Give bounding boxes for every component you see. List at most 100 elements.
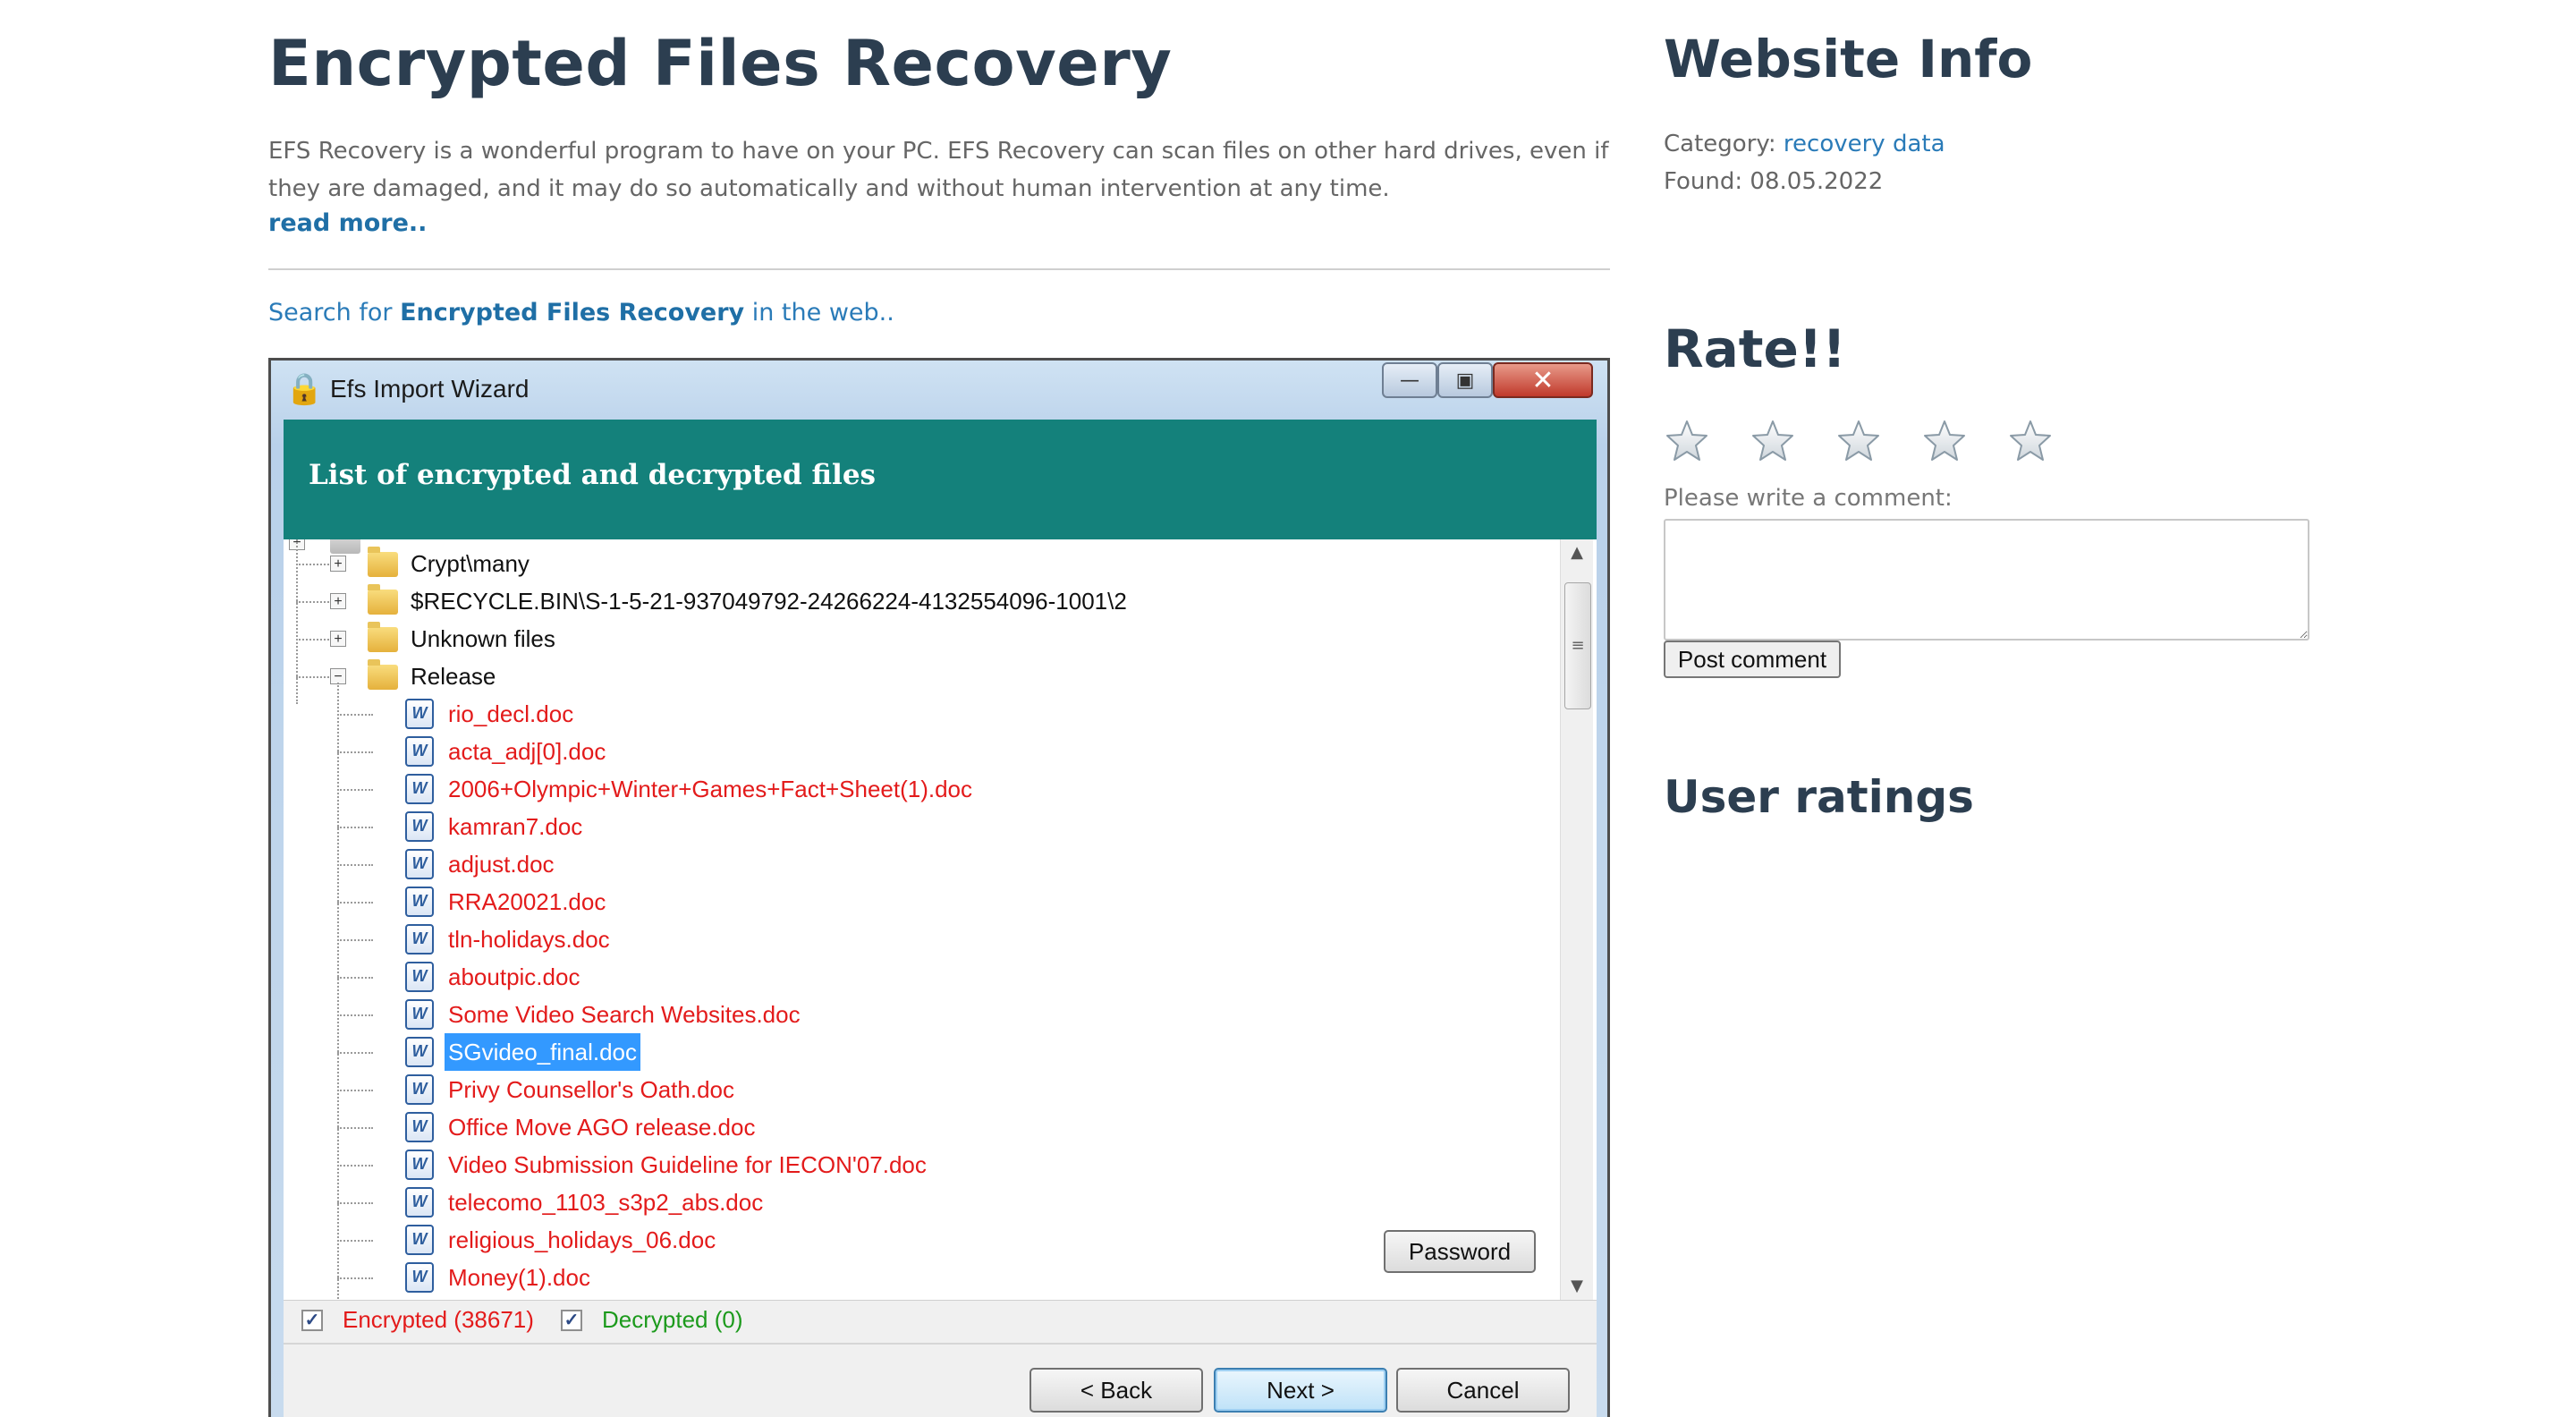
- scroll-up-icon: ▲: [1571, 543, 1583, 562]
- expander-icon: +: [330, 631, 346, 647]
- web-search-line: Search for Encrypted Files Recovery in t…: [268, 299, 894, 327]
- back-button: < Back: [1030, 1368, 1203, 1413]
- password-button: Password: [1384, 1230, 1536, 1273]
- wizard-header: List of encrypted and decrypted files: [284, 420, 1597, 539]
- rating-star-icon[interactable]: [1664, 419, 1710, 463]
- file-item: religious_holidays_06.doc: [448, 1226, 716, 1253]
- decrypted-label: Decrypted (0): [602, 1306, 743, 1333]
- category-link[interactable]: recovery data: [1784, 131, 1945, 157]
- tree-guide: [296, 639, 332, 641]
- file-item: Video Submission Guideline for IECON'07.…: [448, 1151, 927, 1178]
- folder-label: Crypt\many: [411, 550, 530, 577]
- tree-guide: [337, 1014, 373, 1016]
- doc-file-icon: W: [405, 999, 434, 1030]
- website-info-title: Website Info: [1664, 29, 2033, 89]
- file-item: Some Video Search Websites.doc: [448, 1001, 801, 1028]
- next-button: Next >: [1214, 1368, 1387, 1413]
- tree-guide: [337, 1052, 373, 1054]
- read-more-link[interactable]: read more..: [268, 209, 427, 237]
- tree-guide: [296, 564, 332, 565]
- file-item: Privy Counsellor's Oath.doc: [448, 1076, 734, 1103]
- category-line: Category: recovery data: [1664, 131, 1945, 157]
- comment-textarea[interactable]: [1664, 519, 2309, 641]
- tree-guide: [337, 1165, 373, 1167]
- doc-file-icon: W: [405, 1225, 434, 1255]
- tree-guide: [337, 714, 373, 716]
- description: EFS Recovery is a wonderful program to h…: [268, 138, 1609, 202]
- file-item: RRA20021.doc: [448, 888, 606, 915]
- divider: [268, 268, 1610, 270]
- doc-file-icon: W: [405, 924, 434, 955]
- file-item: Office Move AGO release.doc: [448, 1114, 756, 1141]
- app-icon: 🔒: [285, 371, 324, 407]
- file-item: SGvideo_final.doc: [445, 1033, 641, 1071]
- wizard-header-text: List of encrypted and decrypted files: [309, 459, 877, 491]
- file-item: 2006+Olympic+Winter+Games+Fact+Sheet(1).…: [448, 776, 973, 802]
- close-icon: ✕: [1493, 362, 1593, 398]
- file-item: tln-holidays.doc: [448, 926, 610, 953]
- encrypted-checkbox: ✓: [301, 1310, 323, 1331]
- tree-guide: [337, 1202, 373, 1204]
- found-line: Found: 08.05.2022: [1664, 168, 1883, 195]
- tree-guide: [337, 864, 373, 866]
- tree-guide: [337, 977, 373, 979]
- file-tree: − + Crypt\many + $RECYCLE.BIN\S-1-5-21-93704…: [284, 539, 1597, 1300]
- doc-file-icon: W: [405, 1074, 434, 1105]
- search-term-link[interactable]: Encrypted Files Recovery: [400, 299, 744, 327]
- doc-file-icon: W: [405, 1150, 434, 1180]
- doc-file-icon: W: [405, 962, 434, 992]
- rating-star-icon[interactable]: [2007, 419, 2054, 463]
- cancel-button: Cancel: [1396, 1368, 1570, 1413]
- folder-label: $RECYCLE.BIN\S-1-5-21-937049792-24266224…: [411, 588, 1127, 615]
- doc-file-icon: W: [405, 699, 434, 729]
- doc-file-icon: W: [405, 811, 434, 842]
- found-label: Found:: [1664, 168, 1750, 195]
- doc-file-icon: W: [405, 774, 434, 804]
- expander-icon: +: [330, 593, 346, 609]
- folder-icon: [368, 547, 398, 577]
- tree-guide: [337, 1277, 373, 1279]
- page-title: Encrypted Files Recovery: [268, 27, 1173, 100]
- rating-star-icon[interactable]: [1750, 419, 1796, 463]
- tree-guide: [337, 1240, 373, 1242]
- window-titlebar: 🔒 Efs Import Wizard — ▣ ✕: [271, 361, 1607, 420]
- doc-file-icon: W: [405, 1262, 434, 1293]
- doc-file-icon: W: [405, 736, 434, 767]
- file-item: adjust.doc: [448, 851, 555, 878]
- tree-guide: [337, 827, 373, 828]
- file-item: telecomo_1103_s3p2_abs.doc: [448, 1189, 764, 1216]
- file-item: kamran7.doc: [448, 813, 583, 840]
- scroll-thumb: ≡: [1564, 582, 1591, 709]
- file-item: acta_adj[0].doc: [448, 738, 606, 765]
- tree-guide: [337, 683, 339, 1300]
- file-item: Money(1).doc: [448, 1264, 590, 1291]
- folder-icon: [368, 622, 398, 652]
- minimize-icon: —: [1382, 362, 1437, 398]
- wizard-body: List of encrypted and decrypted files − +…: [284, 420, 1597, 1417]
- folder-label: Release: [411, 663, 496, 690]
- doc-file-icon: W: [405, 887, 434, 917]
- scroll-down-icon: ▼: [1571, 1277, 1583, 1295]
- expander-icon: +: [330, 556, 346, 572]
- found-date: 08.05.2022: [1750, 168, 1884, 195]
- doc-file-icon: W: [405, 1037, 434, 1067]
- tree-guide: [337, 751, 373, 753]
- rate-title: Rate!!: [1664, 318, 1846, 379]
- search-suffix[interactable]: in the web..: [744, 299, 894, 327]
- rating-star-icon[interactable]: [1921, 419, 1968, 463]
- window-title: Efs Import Wizard: [330, 375, 530, 403]
- folder-label: Unknown files: [411, 625, 555, 652]
- tree-guide: [337, 789, 373, 791]
- maximize-icon: ▣: [1437, 362, 1493, 398]
- drive-icon: [330, 539, 360, 554]
- folder-icon: [368, 659, 398, 690]
- rating-star-icon[interactable]: [1835, 419, 1882, 463]
- category-label: Category:: [1664, 131, 1784, 157]
- program-screenshot: 🔒 Efs Import Wizard — ▣ ✕ List of encryp…: [268, 358, 1610, 1417]
- tree-scrollbar: ▲ ≡ ▼: [1560, 539, 1593, 1300]
- doc-file-icon: W: [405, 1112, 434, 1142]
- post-comment-button[interactable]: Post comment: [1664, 641, 1841, 678]
- tree-guide: [296, 601, 332, 603]
- tree-guide: [296, 676, 332, 678]
- file-item: rio_decl.doc: [448, 700, 574, 727]
